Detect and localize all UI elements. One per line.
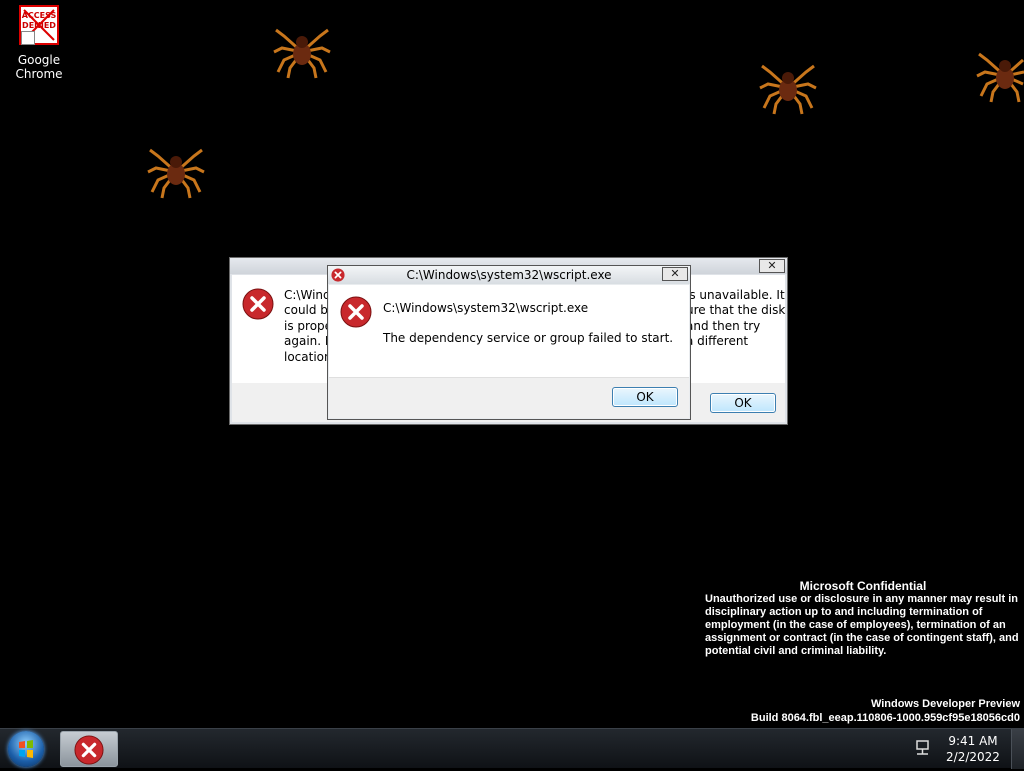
taskbar-error-app-button[interactable] (60, 731, 118, 767)
front-dialog-title: C:\Windows\system32\wscript.exe (406, 268, 612, 282)
build-info: Windows Developer Preview Build 8064.fbl… (751, 697, 1020, 725)
desktop-icon-google-chrome[interactable]: ACCESS DENIED Google Chrome (0, 5, 78, 81)
windows-logo-icon (19, 740, 33, 758)
confidential-watermark: Microsoft Confidential Unauthorized use … (705, 580, 1021, 658)
access-denied-icon: ACCESS DENIED (19, 5, 59, 45)
error-icon (242, 288, 274, 320)
back-dialog-message-right: is unavailable. It ure that the disk and… (686, 288, 786, 349)
taskbar: 9:41 AM 2/2/2022 (0, 728, 1024, 769)
spider-icon (759, 64, 817, 115)
front-dialog-content: C:\Windows\system32\wscript.exe The depe… (329, 285, 689, 377)
front-dialog-close-button[interactable]: ✕ (662, 267, 688, 281)
front-dialog-titlebar[interactable]: C:\Windows\system32\wscript.exe (328, 266, 690, 284)
back-dialog-close-button[interactable]: ✕ (759, 259, 785, 273)
watermark-body: Unauthorized use or disclosure in any ma… (705, 593, 1019, 657)
spider-icon (976, 52, 1024, 103)
front-dialog-ok-button[interactable]: OK (612, 387, 678, 407)
spider-icon (273, 28, 331, 79)
start-button[interactable] (8, 731, 44, 767)
front-dialog-heading: C:\Windows\system32\wscript.exe (383, 301, 589, 315)
shortcut-arrow-icon (21, 31, 35, 45)
desktop-icon-label: Google Chrome (15, 53, 63, 81)
front-error-dialog: C:\Windows\system32\wscript.exe ✕ C:\Win… (327, 265, 691, 420)
clock-time: 9:41 AM (948, 734, 998, 748)
build-line-2: Build 8064.fbl_eeap.110806-1000.959cf95e… (750, 712, 1020, 724)
close-icon: ✕ (670, 267, 680, 280)
system-clock[interactable]: 9:41 AM 2/2/2022 (940, 733, 1006, 765)
error-icon (331, 268, 345, 282)
front-dialog-message: The dependency service or group failed t… (383, 331, 674, 345)
watermark-title: Microsoft Confidential (799, 579, 927, 593)
spider-icon (147, 148, 205, 199)
build-line-1: Windows Developer Preview (870, 698, 1020, 710)
error-icon (340, 296, 372, 328)
show-desktop-button[interactable] (1011, 729, 1024, 769)
error-icon (74, 735, 104, 765)
close-icon: ✕ (767, 259, 777, 272)
clock-date: 2/2/2022 (946, 750, 1000, 764)
back-dialog-ok-button[interactable]: OK (710, 393, 776, 413)
network-icon[interactable] (914, 739, 932, 757)
